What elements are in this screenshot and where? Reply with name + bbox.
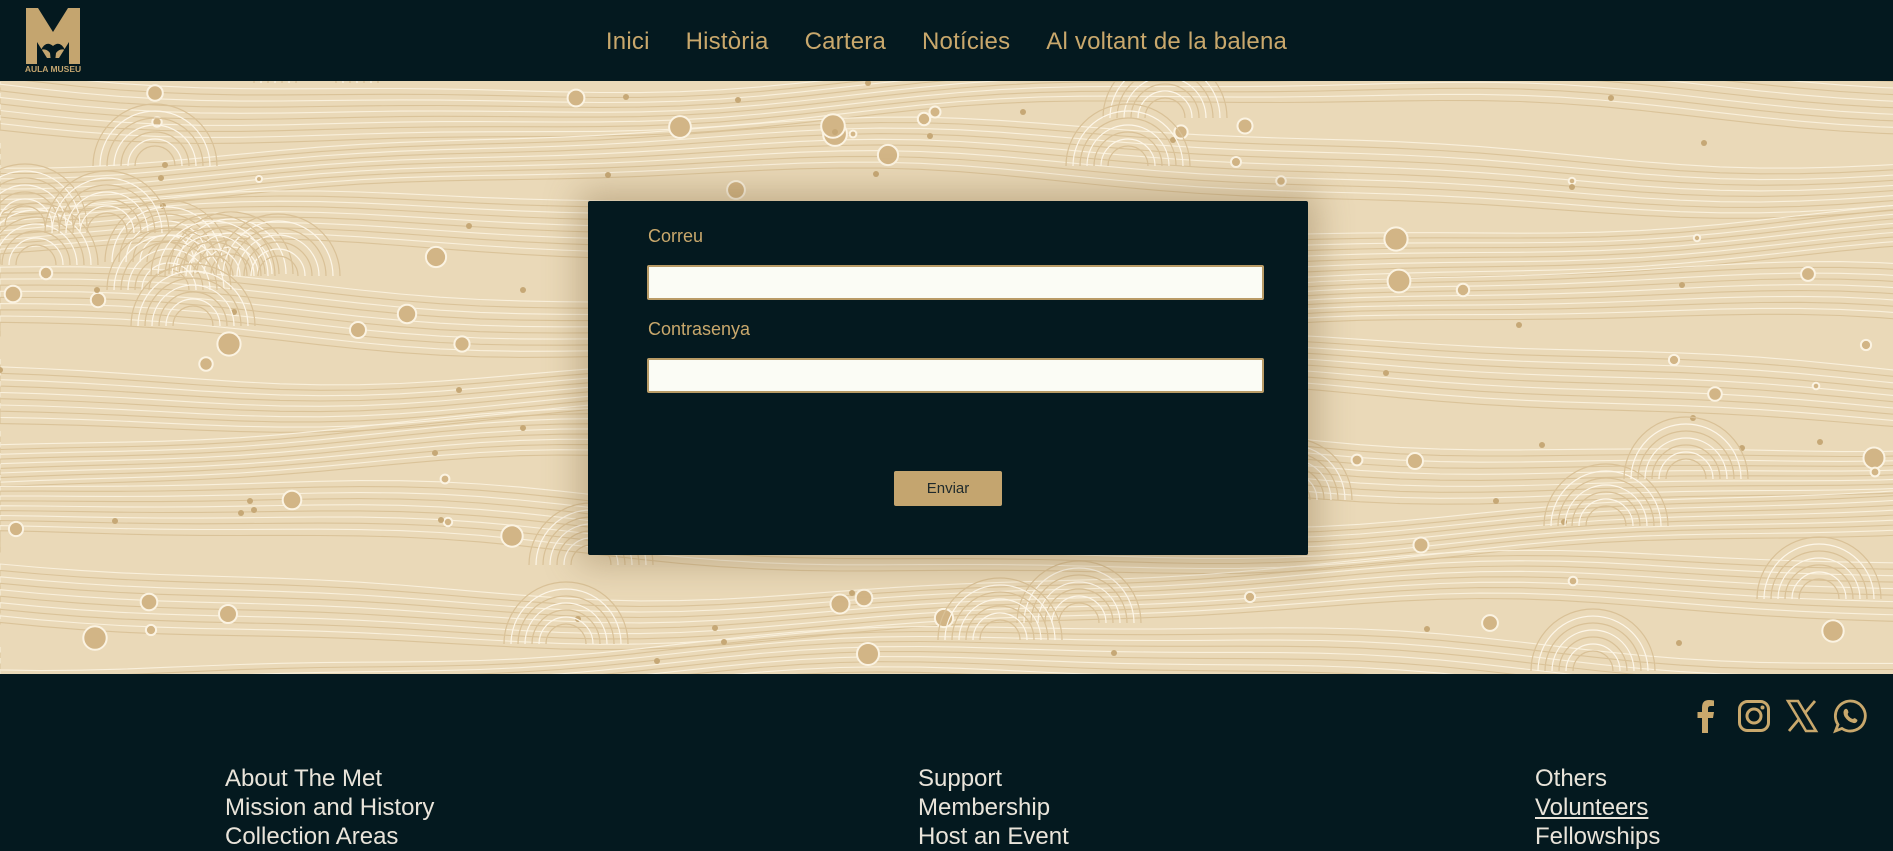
nav-item-inici[interactable]: Inici [606,26,650,56]
main-nav: Inici Història Cartera Notícies Al volta… [0,0,1893,81]
footer-column-support: Support Membership Host an Event [918,764,1069,851]
site-header: AULA MUSEU Inici Història Cartera Notíci… [0,0,1893,81]
site-footer: About The Met Mission and History Collec… [0,674,1893,850]
footer-column-others: Others Volunteers Fellowships [1535,764,1660,851]
login-card: Correu Contrasenya Enviar [588,201,1308,555]
footer-link-others[interactable]: Others [1535,764,1660,793]
email-label: Correu [648,226,704,246]
footer-link-support[interactable]: Support [918,764,1069,793]
email-field[interactable] [647,265,1264,300]
facebook-icon[interactable] [1689,698,1723,734]
instagram-icon[interactable] [1737,698,1771,734]
password-label: Contrasenya [648,319,751,339]
footer-link-volunteers[interactable]: Volunteers [1535,793,1660,822]
submit-button[interactable]: Enviar [894,471,1002,506]
footer-link-membership[interactable]: Membership [918,793,1069,822]
password-field[interactable] [647,358,1264,393]
social-links [1689,698,1867,734]
nav-item-cartera[interactable]: Cartera [805,26,886,56]
footer-link-about[interactable]: About The Met [225,764,434,793]
nav-item-al-voltant[interactable]: Al voltant de la balena [1046,26,1287,56]
whatsapp-icon[interactable] [1833,698,1867,734]
footer-link-mission[interactable]: Mission and History [225,793,434,822]
footer-column-about: About The Met Mission and History Collec… [225,764,434,851]
x-icon[interactable] [1785,698,1819,734]
nav-item-historia[interactable]: Història [686,26,769,56]
nav-item-noticies[interactable]: Notícies [922,26,1010,56]
